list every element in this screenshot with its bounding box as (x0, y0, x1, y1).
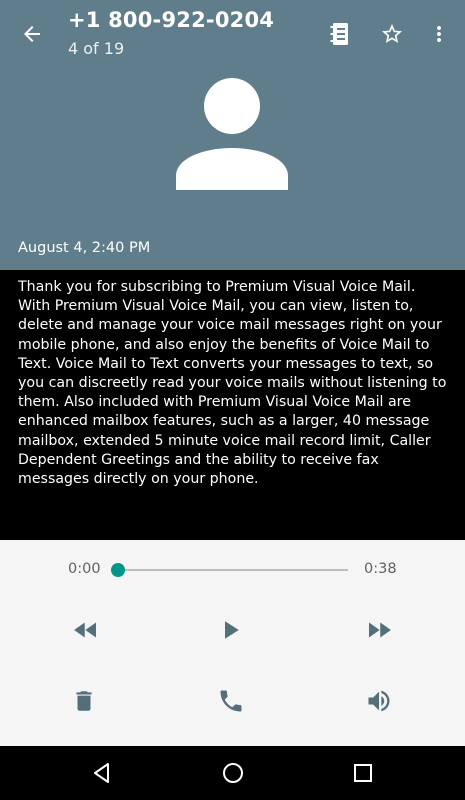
nav-home-icon (223, 763, 243, 783)
delete-icon (76, 691, 92, 711)
play-button[interactable] (212, 612, 248, 648)
star-outline-icon (382, 24, 402, 43)
message-position: 4 of 19 (68, 39, 125, 58)
seek-bar[interactable] (118, 569, 348, 571)
contact-button[interactable] (322, 16, 358, 52)
play-icon (225, 621, 239, 639)
more-vert-icon (437, 26, 441, 42)
nav-recents-button[interactable] (344, 754, 382, 792)
current-time: 0:00 (68, 561, 101, 577)
transcript-panel: Thank you for subscribing to Premium Vis… (0, 270, 465, 540)
nav-back-icon (94, 763, 109, 783)
speaker-icon (368, 690, 390, 712)
contact-card-icon (330, 23, 348, 45)
back-button[interactable] (14, 16, 50, 52)
playback-panel: 0:00 0:38 (0, 540, 465, 746)
nav-recents-icon (354, 764, 372, 782)
call-button[interactable] (213, 683, 249, 719)
person-avatar-icon (176, 78, 288, 190)
nav-back-button[interactable] (84, 754, 120, 792)
voicemail-header: +1 800-922-0204 4 of 19 August 4, 2:40 P… (0, 0, 465, 270)
fast-forward-button[interactable] (361, 612, 397, 648)
fast-forward-icon (369, 622, 391, 638)
speaker-button[interactable] (361, 683, 397, 719)
transcript-text: Thank you for subscribing to Premium Vis… (18, 279, 447, 488)
rewind-icon (74, 622, 96, 638)
duration: 0:38 (364, 561, 397, 577)
more-options-button[interactable] (424, 16, 454, 52)
back-arrow-icon (24, 26, 40, 42)
phone-icon (220, 690, 242, 712)
nav-home-button[interactable] (214, 754, 252, 792)
voicemail-date: August 4, 2:40 PM (18, 240, 151, 256)
delete-button[interactable] (66, 683, 102, 719)
system-nav-bar (0, 746, 465, 800)
favorite-button[interactable] (374, 16, 410, 52)
rewind-button[interactable] (68, 612, 104, 648)
phone-number-title: +1 800-922-0204 (68, 8, 275, 32)
seek-thumb[interactable] (111, 563, 125, 577)
